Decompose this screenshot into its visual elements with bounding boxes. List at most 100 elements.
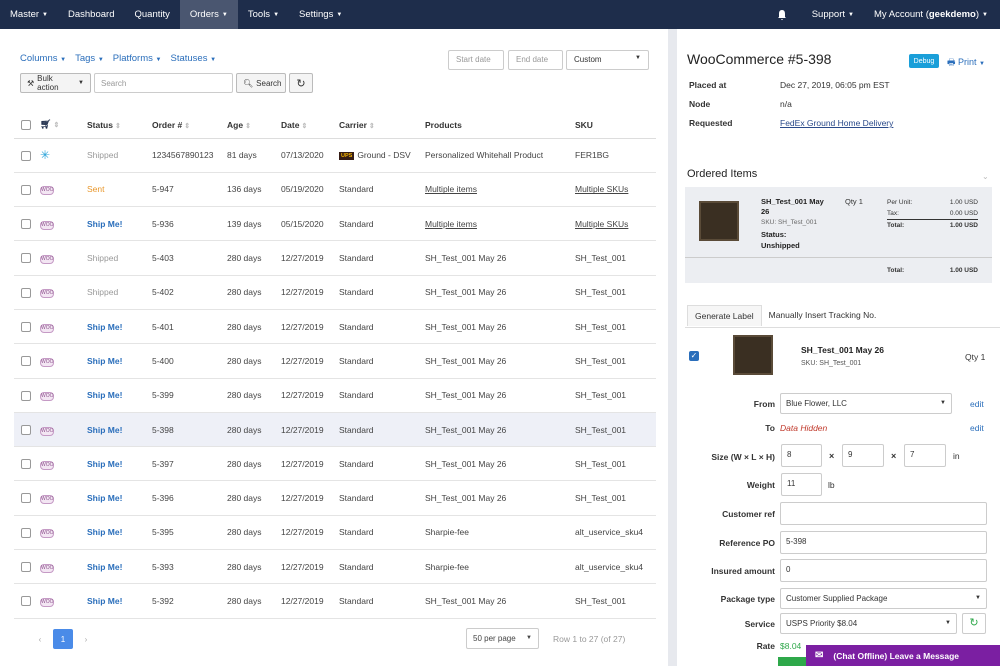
status-label[interactable]: Ship Me! <box>87 425 122 435</box>
row-checkbox[interactable] <box>21 322 31 332</box>
table-row[interactable]: WOOShip Me!5-392280 days12/27/2019Standa… <box>14 584 656 618</box>
service-select[interactable]: USPS Priority $8.04▼ <box>780 613 957 634</box>
order-number[interactable]: 5-397 <box>152 447 227 481</box>
weight-input[interactable]: 11 <box>781 473 822 496</box>
date-header[interactable]: Date⇕ <box>281 112 339 138</box>
tab-manual-tracking[interactable]: Manually Insert Tracking No. <box>762 305 884 326</box>
size-length-input[interactable]: 9 <box>842 444 884 467</box>
order-number[interactable]: 5-400 <box>152 344 227 378</box>
order-number[interactable]: 5-392 <box>152 584 227 618</box>
table-row[interactable]: WOOShip Me!5-395280 days12/27/2019Standa… <box>14 515 656 549</box>
order-number[interactable]: 5-399 <box>152 378 227 412</box>
nav-item-quantity[interactable]: Quantity <box>124 0 179 29</box>
per-page-select[interactable]: 50 per page▼ <box>466 628 539 649</box>
prev-page-button[interactable]: ‹ <box>30 629 50 649</box>
status-label[interactable]: Ship Me! <box>87 527 122 537</box>
table-row[interactable]: WOOSent5-947136 days05/19/2020StandardMu… <box>14 172 656 206</box>
product-cell[interactable]: Multiple items <box>425 207 575 241</box>
cart-header[interactable]: 🛒︎⇕ <box>40 112 87 138</box>
order-number[interactable]: 5-398 <box>152 412 227 446</box>
refresh-rates-button[interactable]: ↻ <box>962 613 986 634</box>
row-checkbox[interactable] <box>21 459 31 469</box>
date-range-select[interactable]: Custom▼ <box>566 50 649 70</box>
platforms-filter[interactable]: Platforms ▼ <box>113 53 162 64</box>
row-checkbox[interactable] <box>21 391 31 401</box>
row-checkbox[interactable] <box>21 425 31 435</box>
order-header[interactable]: Order #⇕ <box>152 112 227 138</box>
insured-amount-input[interactable]: 0 <box>780 559 987 582</box>
table-row[interactable]: WOOShip Me!5-401280 days12/27/2019Standa… <box>14 309 656 343</box>
chevron-down-icon[interactable]: ⌄ <box>982 172 989 181</box>
order-number[interactable]: 5-402 <box>152 275 227 309</box>
row-checkbox[interactable] <box>21 219 31 229</box>
edit-from-link[interactable]: edit <box>970 399 984 409</box>
status-header[interactable]: Status⇕ <box>87 112 152 138</box>
size-width-input[interactable]: 8 <box>781 444 822 467</box>
row-checkbox[interactable] <box>21 288 31 298</box>
label-item-checkbox[interactable]: ✓ <box>689 351 699 361</box>
table-row[interactable]: ✳Shipped123456789012381 days07/13/2020UP… <box>14 138 656 172</box>
row-checkbox[interactable] <box>21 356 31 366</box>
status-label[interactable]: Ship Me! <box>87 562 122 572</box>
table-row[interactable]: WOOShip Me!5-936139 days05/15/2020Standa… <box>14 207 656 241</box>
order-number[interactable]: 5-401 <box>152 309 227 343</box>
status-label[interactable]: Ship Me! <box>87 356 122 366</box>
row-checkbox[interactable] <box>21 596 31 606</box>
from-select[interactable]: Blue Flower, LLC▼ <box>780 393 952 414</box>
order-number[interactable]: 5-947 <box>152 172 227 206</box>
bell-icon[interactable] <box>776 9 788 21</box>
order-number[interactable]: 5-395 <box>152 515 227 549</box>
start-date-input[interactable]: Start date <box>448 50 504 70</box>
status-label[interactable]: Ship Me! <box>87 322 122 332</box>
status-label[interactable]: Ship Me! <box>87 596 122 606</box>
size-height-input[interactable]: 7 <box>904 444 946 467</box>
search-input[interactable]: Search <box>94 73 233 93</box>
bulk-action-button[interactable]: ⚒Bulk action▼ <box>20 73 91 93</box>
edit-to-link[interactable]: edit <box>970 423 984 433</box>
age-header[interactable]: Age⇕ <box>227 112 281 138</box>
debug-button[interactable]: Debug <box>909 54 939 68</box>
print-button[interactable]: 🖶 Print ▼ <box>947 55 985 71</box>
table-row[interactable]: WOOShipped5-402280 days12/27/2019Standar… <box>14 275 656 309</box>
tab-generate-label[interactable]: Generate Label <box>687 305 762 326</box>
order-number[interactable]: 5-403 <box>152 241 227 275</box>
table-row[interactable]: WOOShip Me!5-399280 days12/27/2019Standa… <box>14 378 656 412</box>
nav-item-tools[interactable]: Tools▼ <box>238 0 289 29</box>
table-row[interactable]: WOOShip Me!5-398280 days12/27/2019Standa… <box>14 412 656 446</box>
status-label[interactable]: Ship Me! <box>87 219 122 229</box>
end-date-input[interactable]: End date <box>508 50 563 70</box>
select-all-checkbox[interactable] <box>21 120 31 130</box>
tags-filter[interactable]: Tags ▼ <box>75 53 104 64</box>
status-label[interactable]: Ship Me! <box>87 390 122 400</box>
sku-cell[interactable]: Multiple SKUs <box>575 207 656 241</box>
next-page-button[interactable]: › <box>76 629 96 649</box>
requested-service-link[interactable]: FedEx Ground Home Delivery <box>780 118 893 128</box>
product-cell[interactable]: Multiple items <box>425 172 575 206</box>
nav-account[interactable]: My Account (geekdemo) ▼ <box>864 0 1000 29</box>
statuses-filter[interactable]: Statuses ▼ <box>170 53 216 64</box>
create-label-button[interactable] <box>778 657 808 666</box>
order-number[interactable]: 1234567890123 <box>152 138 227 172</box>
row-checkbox[interactable] <box>21 528 31 538</box>
status-label[interactable]: Ship Me! <box>87 493 122 503</box>
row-checkbox[interactable] <box>21 493 31 503</box>
status-label[interactable]: Ship Me! <box>87 459 122 469</box>
nav-item-dashboard[interactable]: Dashboard <box>58 0 124 29</box>
table-row[interactable]: WOOShip Me!5-400280 days12/27/2019Standa… <box>14 344 656 378</box>
columns-filter[interactable]: Columns ▼ <box>20 53 66 64</box>
panel-divider[interactable] <box>668 29 677 666</box>
chat-widget[interactable]: ✉ (Chat Offline) Leave a Message <box>806 645 1000 666</box>
nav-item-orders[interactable]: Orders▼ <box>180 0 238 29</box>
reference-po-input[interactable]: 5-398 <box>780 531 987 554</box>
nav-item-settings[interactable]: Settings▼ <box>289 0 352 29</box>
carrier-header[interactable]: Carrier⇕ <box>339 112 425 138</box>
row-checkbox[interactable] <box>21 185 31 195</box>
row-checkbox[interactable] <box>21 562 31 572</box>
order-number[interactable]: 5-393 <box>152 550 227 584</box>
page-1-button[interactable]: 1 <box>53 629 73 649</box>
nav-support[interactable]: Support▼ <box>802 0 864 29</box>
package-type-select[interactable]: Customer Supplied Package▼ <box>780 588 987 609</box>
customer-ref-input[interactable] <box>780 502 987 525</box>
table-row[interactable]: WOOShip Me!5-397280 days12/27/2019Standa… <box>14 447 656 481</box>
table-row[interactable]: WOOShipped5-403280 days12/27/2019Standar… <box>14 241 656 275</box>
